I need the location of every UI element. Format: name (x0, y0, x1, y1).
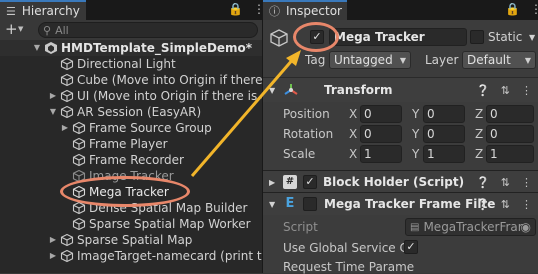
annotation-arrow (190, 50, 301, 177)
